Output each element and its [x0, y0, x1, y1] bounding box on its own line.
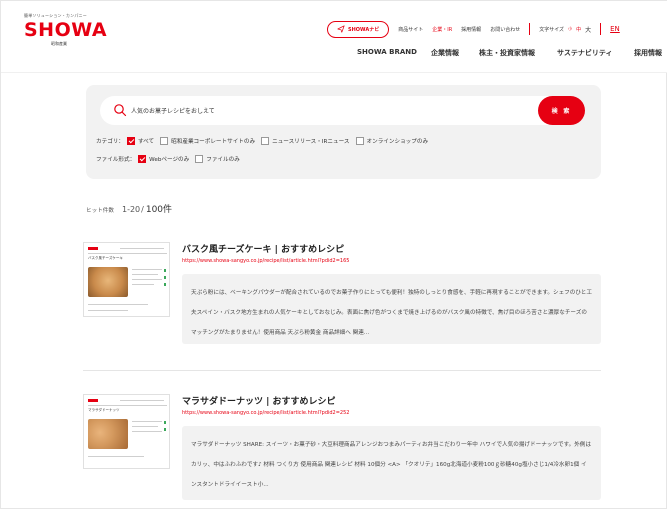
checkbox-checked-icon: [126, 137, 135, 145]
font-size-switcher: 文字サイズ 小 中 大: [539, 25, 591, 34]
result-thumbnail[interactable]: バスク風チーズケーキ: [83, 242, 170, 317]
thumb-title: マラサダドーナッツ: [88, 408, 120, 412]
hit-count: ヒット件数 1-20 / 100件: [86, 202, 172, 215]
checkbox-icon: [355, 137, 364, 145]
result-title-link[interactable]: マラサダドーナッツ | おすすめレシピ: [182, 394, 336, 407]
hit-separator: /: [141, 205, 144, 214]
result-snippet: マラサダドーナッツ SHARE: スイーツ・お菓子砂・大豆料理商品アレンジおつま…: [182, 426, 601, 500]
search-bar: 検 索: [100, 96, 585, 125]
font-size-label: 文字サイズ: [539, 26, 565, 33]
search-results-page: 簡単ソリューション・カンパニー SHOWA 昭和産業 SHOWAナビ 商品サイト…: [0, 0, 667, 509]
checkbox-icon: [160, 137, 169, 145]
thumb-logo: [88, 399, 98, 402]
thumb-photo: [88, 267, 128, 297]
thumb-photo: [88, 419, 128, 449]
nav-link-products[interactable]: 商品サイト: [398, 26, 423, 33]
search-panel: 検 索 カテゴリ： すべて 昭和産業コーポレートサイトのみ ニュースリリース・I…: [86, 85, 601, 179]
nav-link-contact[interactable]: お問い合わせ: [490, 26, 520, 33]
showa-navi-button[interactable]: SHOWAナビ: [327, 20, 390, 38]
hit-range: 1-20: [121, 205, 141, 214]
filetype-web-checkbox[interactable]: Webページのみ: [138, 155, 189, 163]
result-url-link[interactable]: https://www.showa-sangyo.co.jp/recipe/li…: [182, 258, 349, 264]
font-size-small[interactable]: 小: [568, 26, 572, 32]
checkbox-icon: [195, 155, 204, 163]
main-nav-showa-brand[interactable]: SHOWA BRAND: [357, 48, 417, 56]
logo-wordmark: SHOWA: [24, 19, 108, 41]
result-thumbnail[interactable]: マラサダドーナッツ: [83, 394, 170, 469]
category-label: カテゴリ：: [96, 139, 124, 145]
hit-count-label: ヒット件数: [86, 208, 114, 214]
nav-link-corporate-ir[interactable]: 企業・IR: [432, 26, 452, 33]
font-size-large[interactable]: 大: [585, 25, 591, 34]
utility-nav: SHOWAナビ 商品サイト 企業・IR 採用情報 お問い合わせ 文字サイズ 小 …: [327, 19, 620, 39]
category-corporate-label: 昭和産業コーポレートサイトのみ: [171, 139, 256, 145]
main-nav-sustainability[interactable]: サステナビリティ: [557, 48, 612, 58]
search-icon: [114, 104, 127, 117]
language-en-link[interactable]: EN: [610, 25, 620, 33]
result-url-link[interactable]: https://www.showa-sangyo.co.jp/recipe/li…: [182, 410, 349, 416]
showa-logo[interactable]: 簡単ソリューション・カンパニー SHOWA 昭和産業: [24, 13, 108, 47]
category-all-label: すべて: [137, 139, 155, 145]
font-size-medium[interactable]: 中: [576, 26, 581, 33]
divider: [600, 23, 602, 35]
checkbox-checked-icon: [138, 155, 147, 163]
category-shop-label: オンラインショップのみ: [366, 139, 429, 145]
checkbox-icon: [261, 137, 270, 145]
filetype-filter: ファイル形式： Webページのみ ファイルのみ: [96, 153, 246, 165]
thumb-logo: [88, 247, 98, 250]
divider: [529, 23, 531, 35]
filetype-file-checkbox[interactable]: ファイルのみ: [195, 155, 240, 163]
result-snippet: 天ぷら粉には、ベーキングパウダーが配合されているのでお菓子作りにとっても便利！独…: [182, 274, 601, 344]
result-title-link[interactable]: バスク風チーズケーキ | おすすめレシピ: [182, 242, 344, 255]
filetype-file-label: ファイルのみ: [206, 157, 240, 163]
filetype-label: ファイル形式：: [96, 157, 136, 163]
search-input[interactable]: [131, 100, 511, 121]
main-nav-investors[interactable]: 株主・投資家情報: [479, 48, 535, 58]
site-header: 簡単ソリューション・カンパニー SHOWA 昭和産業 SHOWAナビ 商品サイト…: [1, 1, 667, 73]
category-corporate-checkbox[interactable]: 昭和産業コーポレートサイトのみ: [160, 137, 255, 145]
search-button[interactable]: 検 索: [538, 96, 585, 125]
paper-plane-icon: [337, 25, 345, 33]
logo-company-name: 昭和産業: [51, 41, 67, 46]
category-shop-checkbox[interactable]: オンラインショップのみ: [355, 137, 429, 145]
main-nav: SHOWA BRAND 企業情報 株主・投資家情報 サステナビリティ 採用情報: [1, 48, 667, 62]
nav-link-recruit[interactable]: 採用情報: [461, 26, 481, 33]
category-news-checkbox[interactable]: ニュースリリース・IRニュース: [261, 137, 350, 145]
category-news-label: ニュースリリース・IRニュース: [272, 139, 350, 145]
showa-navi-label: SHOWAナビ: [348, 26, 380, 33]
category-all-checkbox[interactable]: すべて: [126, 137, 155, 145]
result-divider: [83, 370, 601, 371]
category-filter: カテゴリ： すべて 昭和産業コーポレートサイトのみ ニュースリリース・IRニュー…: [96, 135, 434, 147]
main-nav-recruit[interactable]: 採用情報: [634, 48, 662, 58]
hit-total: 100件: [145, 205, 173, 215]
filetype-web-label: Webページのみ: [149, 157, 190, 163]
main-nav-corporate[interactable]: 企業情報: [431, 48, 459, 58]
thumb-title: バスク風チーズケーキ: [88, 256, 123, 260]
